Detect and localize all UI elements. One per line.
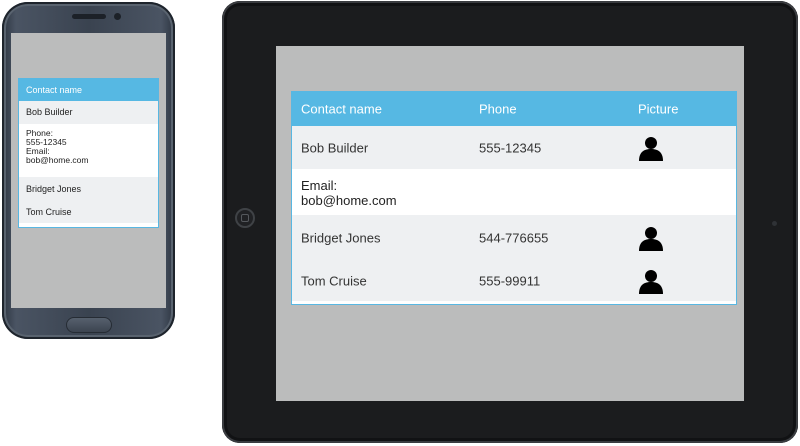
row-phone: 555-99911 — [479, 273, 541, 288]
row-name: Tom Cruise — [301, 273, 367, 288]
detail-email-label: Email: — [301, 178, 338, 193]
phone-home-button[interactable] — [66, 317, 112, 333]
phone-row-detail: Phone: 555-12345 Email: bob@home.com — [19, 124, 158, 177]
table-row[interactable]: Bob Builder 555-12345 — [292, 126, 736, 169]
phone-row-tom-cruise[interactable]: Tom Cruise — [19, 201, 158, 223]
row-name: Bob Builder — [301, 140, 369, 155]
row-phone: 555-12345 — [479, 140, 542, 155]
person-icon — [639, 226, 663, 251]
tablet-camera — [772, 221, 777, 226]
row-phone: 544-776655 — [479, 230, 549, 245]
phone-row-bob-builder[interactable]: Bob Builder — [19, 101, 158, 124]
tablet-device: Contact name Phone Picture Bob Builder 5… — [222, 1, 798, 443]
phone-contacts-table: Contact name Bob Builder Phone: 555-1234… — [18, 78, 159, 228]
table-row[interactable]: Tom Cruise 555-99911 — [292, 260, 736, 301]
phone-screen: Contact name Bob Builder Phone: 555-1234… — [11, 33, 166, 308]
header-contact-name[interactable]: Contact name — [301, 102, 382, 117]
phone-row-bridget-jones[interactable]: Bridget Jones — [19, 177, 158, 201]
phone-header-contact-name[interactable]: Contact name — [19, 79, 158, 101]
tablet-home-button[interactable] — [235, 208, 255, 228]
phone-camera — [114, 13, 121, 20]
phone-detail-email-value: bob@home.com — [26, 155, 89, 165]
header-picture[interactable]: Picture — [638, 102, 678, 117]
phone-speaker — [72, 14, 106, 19]
person-icon — [639, 136, 663, 161]
phone-device: Contact name Bob Builder Phone: 555-1234… — [2, 2, 175, 339]
table-row-detail: Email: bob@home.com — [292, 169, 736, 215]
tablet-table-header: Contact name Phone Picture — [292, 92, 736, 126]
detail-email-value: bob@home.com — [301, 193, 397, 208]
tablet-contacts-table: Contact name Phone Picture Bob Builder 5… — [291, 91, 737, 305]
tablet-screen: Contact name Phone Picture Bob Builder 5… — [276, 46, 744, 401]
row-name: Bridget Jones — [301, 230, 381, 245]
table-row[interactable]: Bridget Jones 544-776655 — [292, 215, 736, 260]
person-icon — [639, 269, 663, 294]
header-phone[interactable]: Phone — [479, 102, 517, 117]
